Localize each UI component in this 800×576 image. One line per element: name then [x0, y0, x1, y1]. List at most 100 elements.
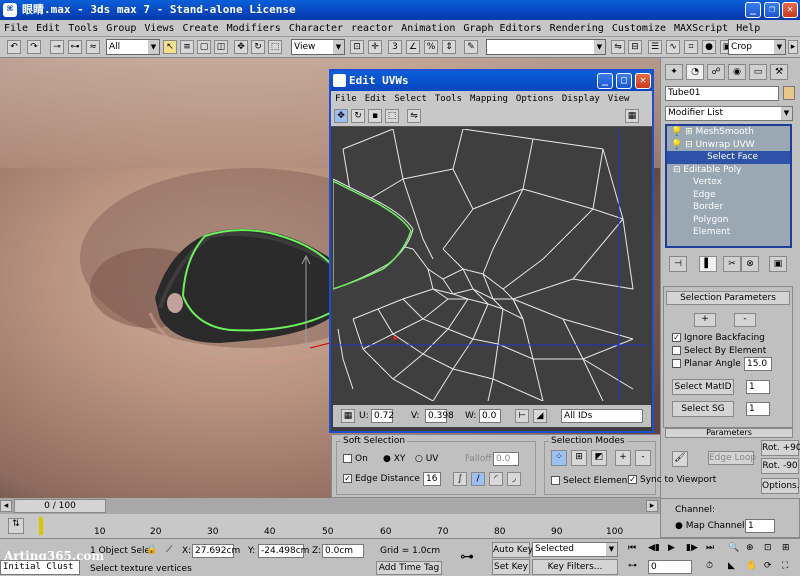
scale-icon[interactable]: ⬚ — [268, 40, 282, 54]
align-icon[interactable]: ⊟ — [628, 40, 642, 54]
stack-item-element[interactable]: Element — [667, 226, 790, 239]
render-type-dropdown[interactable]: Crop — [728, 39, 786, 55]
current-frame-field[interactable]: 0 — [648, 560, 692, 574]
key-mode-toggle-icon[interactable]: ⊶ — [628, 561, 637, 571]
uvw-snap-icon[interactable]: ⊢ — [515, 409, 529, 423]
menu-animation[interactable]: Animation — [397, 20, 459, 37]
ignore-backfacing-checkbox[interactable]: ✓ Ignore Backfacing — [672, 333, 765, 343]
uvw-move-icon[interactable]: ✥ — [334, 109, 348, 123]
stack-item-border[interactable]: Border — [667, 201, 790, 214]
time-slider[interactable]: 0 / 100 — [14, 499, 106, 513]
zoom-all-icon[interactable]: ⊕ — [746, 543, 754, 553]
add-time-tag-button[interactable]: Add Time Tag — [376, 561, 442, 575]
edge-mode-icon[interactable]: ⊞ — [571, 450, 587, 466]
rot-minus-90-button[interactable]: Rot. -90 — [761, 458, 799, 474]
menu-help[interactable]: Help — [732, 20, 764, 37]
select-sg-button[interactable]: Select SG — [672, 401, 734, 417]
uvw-rotate-icon[interactable]: ↻ — [351, 109, 365, 123]
zoom-icon[interactable]: 🔍 — [728, 543, 739, 553]
falloff-slow-icon[interactable]: ◜ — [489, 472, 503, 486]
close-button[interactable]: ✕ — [782, 2, 798, 18]
y-coord-field[interactable]: -24.498cm — [258, 544, 309, 558]
falloff-linear-icon[interactable]: / — [471, 472, 485, 486]
uvw-menu-display[interactable]: Display — [558, 91, 604, 107]
key-mode-chevron-icon[interactable]: ▼ — [606, 543, 617, 556]
go-to-start-icon[interactable]: ⏮ — [628, 543, 636, 553]
redo-icon[interactable]: ↷ — [27, 40, 41, 54]
arc-rotate-icon[interactable]: ⟳ — [764, 561, 772, 571]
menu-views[interactable]: Views — [140, 20, 178, 37]
selection-filter-dropdown[interactable]: All — [106, 39, 160, 55]
menu-customize[interactable]: Customize — [608, 20, 670, 37]
uvw-close-button[interactable]: ✕ — [635, 73, 651, 89]
bind-space-warp-icon[interactable]: ≈ — [86, 40, 100, 54]
menu-group[interactable]: Group — [102, 20, 140, 37]
uvw-menu-edit[interactable]: Edit — [361, 91, 391, 107]
layer-manager-icon[interactable]: ☰ — [648, 40, 662, 54]
edit-named-sel-icon[interactable]: ✎ — [464, 40, 478, 54]
edge-distance-field[interactable]: 16 — [423, 472, 441, 486]
options-button[interactable]: Options... — [761, 478, 800, 494]
matid-field[interactable]: 1 — [746, 380, 770, 394]
falloff-fast-icon[interactable]: ◞ — [507, 472, 521, 486]
select-by-name-icon[interactable]: ≡ — [180, 40, 194, 54]
menu-maxscript[interactable]: MAXScript — [670, 20, 732, 37]
hierarchy-tab-icon[interactable]: ☍ — [707, 64, 725, 80]
create-tab-icon[interactable]: ✦ — [665, 64, 683, 80]
display-tab-icon[interactable]: ▭ — [749, 64, 767, 80]
menu-edit[interactable]: Edit — [32, 20, 64, 37]
zoom-extents-all-icon[interactable]: ⊞ — [782, 543, 790, 553]
shrink-button[interactable]: - — [734, 313, 756, 327]
maximize-viewport-icon[interactable]: ⛶ — [782, 561, 788, 571]
uvw-minimize-button[interactable]: _ — [597, 73, 613, 89]
minimize-button[interactable]: _ — [745, 2, 761, 18]
restore-button[interactable]: ❐ — [764, 2, 780, 18]
make-unique-icon[interactable]: ✂ — [723, 256, 741, 272]
prev-frame-icon[interactable]: ◀▮ — [648, 543, 660, 553]
uvw-lock-icon[interactable]: ▦ — [341, 409, 355, 423]
menu-character[interactable]: Character — [285, 20, 347, 37]
map-channel-field[interactable]: 1 — [745, 519, 775, 533]
move-icon[interactable]: ✥ — [234, 40, 248, 54]
material-editor-icon[interactable]: ● — [702, 40, 716, 54]
expand-selection-icon[interactable]: + — [615, 450, 631, 466]
percent-snap-icon[interactable]: % — [424, 40, 438, 54]
fov-icon[interactable]: ◣ — [728, 561, 735, 571]
key-icon[interactable]: ⊶ — [460, 549, 474, 565]
contract-selection-icon[interactable]: - — [635, 450, 651, 466]
time-slider-prev-icon[interactable]: ◂ — [0, 500, 12, 512]
remove-modifier-icon[interactable]: ⊗ — [741, 256, 759, 272]
rot-plus-90-button[interactable]: Rot. +90 — [761, 440, 800, 456]
select-object-icon[interactable]: ↖ — [163, 40, 177, 54]
menu-modifiers[interactable]: Modifiers — [223, 20, 285, 37]
pin-stack-icon[interactable]: ⊣ — [669, 256, 687, 272]
mini-curve-editor-icon[interactable]: ⇅ — [8, 518, 24, 534]
object-color-swatch[interactable] — [783, 86, 795, 100]
uvw-menu-tools[interactable]: Tools — [431, 91, 466, 107]
motion-tab-icon[interactable]: ◉ — [728, 64, 746, 80]
mirror-icon[interactable]: ⇋ — [611, 40, 625, 54]
x-coord-field[interactable]: 27.692cm — [192, 544, 240, 558]
z-coord-field[interactable]: 0.0cm — [322, 544, 364, 558]
uvw-menu-file[interactable]: File — [331, 91, 361, 107]
snap-icon[interactable]: 3 — [388, 40, 402, 54]
unlink-icon[interactable]: ⊶ — [68, 40, 82, 54]
face-mode-icon[interactable]: ◩ — [591, 450, 607, 466]
id-filter-dropdown[interactable]: All IDs — [561, 409, 643, 423]
xy-radio[interactable]: ● XY — [383, 454, 405, 464]
stack-item-vertex[interactable]: Vertex — [667, 176, 790, 189]
menu-reactor[interactable]: reactor — [347, 20, 397, 37]
paint-select-icon[interactable]: 🖌 — [672, 451, 688, 467]
falloff-field[interactable]: 0.0 — [493, 452, 519, 466]
edge-loop-button[interactable]: Edge Loop — [708, 451, 756, 465]
named-selection-dropdown[interactable] — [486, 39, 606, 55]
stack-item-unwrap-uvw[interactable]: 💡 ⊟ Unwrap UVW — [667, 139, 790, 152]
grow-button[interactable]: + — [694, 313, 716, 327]
uv-editor-canvas[interactable] — [333, 129, 647, 401]
zoom-extents-icon[interactable]: ⊡ — [764, 543, 772, 553]
uvw-menu-select[interactable]: Select — [390, 91, 431, 107]
menu-rendering[interactable]: Rendering — [546, 20, 608, 37]
stack-item-meshsmooth[interactable]: 💡 ⊞ MeshSmooth — [667, 126, 790, 139]
quick-render-icon[interactable]: ▸ — [788, 40, 798, 54]
uvw-scale-icon[interactable]: ▪ — [368, 109, 382, 123]
